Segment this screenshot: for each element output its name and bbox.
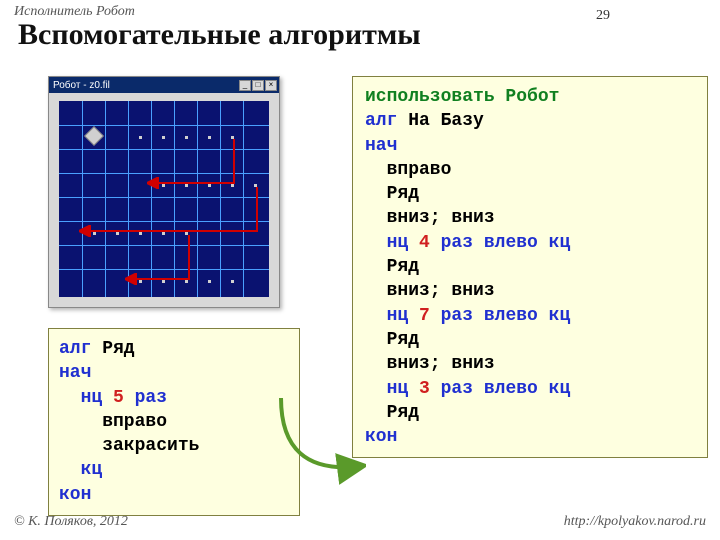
cmd: вниз; вниз [365, 208, 495, 228]
footer-url: http://kpolyakov.narod.ru [564, 514, 706, 530]
page-title: Вспомогательные алгоритмы [18, 18, 421, 52]
kw: нц [59, 388, 102, 408]
page-number: 29 [596, 8, 610, 24]
num: 7 [408, 306, 430, 326]
kw: нц [365, 233, 408, 253]
robot-grid-field [59, 101, 269, 297]
algo-name: На Базу [397, 111, 483, 131]
num: 4 [408, 233, 430, 253]
robot-titlebar: Робот - z0.fil _ □ × [49, 77, 279, 93]
kw: раз влево [430, 233, 538, 253]
close-button[interactable]: × [265, 80, 277, 91]
kw: нач [365, 136, 397, 156]
kw: раз [124, 388, 167, 408]
maximize-button[interactable]: □ [252, 80, 264, 91]
num: 3 [408, 379, 430, 399]
kw: нц [365, 306, 408, 326]
kw: нц [365, 379, 408, 399]
kw: кц [538, 306, 570, 326]
cmd: вниз; вниз [365, 354, 495, 374]
robot-window-title: Робот - z0.fil [53, 80, 110, 91]
kw: кц [538, 233, 570, 253]
kw: алг [59, 339, 91, 359]
num: 5 [102, 388, 124, 408]
kw: алг [365, 111, 397, 131]
code-subroutine: алг Ряд нач нц 5 раз вправо закрасить кц… [48, 328, 300, 516]
kw: кон [365, 427, 397, 447]
cmd: Ряд [365, 403, 419, 423]
cmd: Ряд [365, 330, 419, 350]
kw: раз влево [430, 306, 538, 326]
cmd: закрасить [59, 436, 199, 456]
code-main: использовать Робот алг На Базу нач вправ… [352, 76, 708, 458]
footer-copyright: © К. Поляков, 2012 [14, 514, 128, 530]
cmd: Ряд [365, 257, 419, 277]
path-arrows-icon [59, 101, 269, 297]
cmd: Ряд [365, 184, 419, 204]
kw: Робот [495, 87, 560, 107]
cmd: вниз; вниз [365, 281, 495, 301]
kw: раз влево [430, 379, 538, 399]
kw: кц [59, 460, 102, 480]
kw: нач [59, 363, 91, 383]
connector-arrow-icon [266, 388, 366, 488]
window-buttons: _ □ × [239, 80, 277, 91]
algo-name: Ряд [91, 339, 134, 359]
minimize-button[interactable]: _ [239, 80, 251, 91]
kw: кц [538, 379, 570, 399]
cmd: вправо [59, 412, 167, 432]
robot-window: Робот - z0.fil _ □ × [48, 76, 280, 308]
kw: кон [59, 485, 91, 505]
kw: использовать [365, 87, 495, 107]
cmd: вправо [365, 160, 451, 180]
